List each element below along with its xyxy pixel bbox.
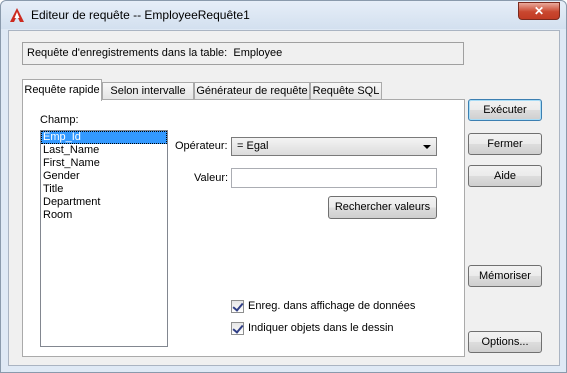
query-info-box: Requête d'enregistrements dans la table:… (22, 42, 464, 65)
autocad-app-icon (10, 8, 24, 22)
field-item-title[interactable]: Title (41, 183, 167, 196)
field-item-gender[interactable]: Gender (41, 170, 167, 183)
checkbox-checked-icon (231, 300, 244, 313)
operator-value: = Egal (237, 140, 269, 152)
query-info-label: Requête d'enregistrements dans la table: (27, 47, 228, 59)
field-item-first-name[interactable]: First_Name (41, 157, 167, 170)
field-item-room[interactable]: Room (41, 209, 167, 222)
tab-range[interactable]: Selon intervalle (102, 82, 194, 100)
field-item-last-name[interactable]: Last_Name (41, 144, 167, 157)
execute-button[interactable]: Exécuter (468, 99, 542, 121)
window-title: Editeur de requête -- EmployeeRequête1 (31, 8, 250, 22)
save-in-data-view-checkbox[interactable]: Enreg. dans affichage de données (231, 300, 421, 314)
search-values-button[interactable]: Rechercher valeurs (328, 196, 437, 219)
chevron-down-icon (423, 145, 431, 149)
tab-sql-query[interactable]: Requête SQL (310, 82, 382, 100)
close-icon: ✕ (533, 4, 545, 18)
title-bar[interactable]: Editeur de requête -- EmployeeRequête1 ✕ (1, 1, 566, 29)
checkbox-checked-icon (231, 322, 244, 335)
query-table-name: Employee (233, 47, 283, 59)
operator-label: Opérateur: (175, 140, 228, 152)
tab-query-builder[interactable]: Générateur de requête (194, 82, 310, 100)
tab-quick-query[interactable]: Requête rapide (22, 79, 102, 101)
field-item-department[interactable]: Department (41, 196, 167, 209)
field-listbox[interactable]: Emp_Id Last_Name First_Name Gender Title… (40, 130, 168, 347)
save-in-data-view-label: Enreg. dans affichage de données (248, 300, 416, 312)
field-label: Champ: (40, 114, 79, 126)
help-button[interactable]: Aide (468, 165, 542, 187)
operator-select[interactable]: = Egal (231, 137, 437, 156)
quick-query-panel: Champ: Emp_Id Last_Name First_Name Gende… (22, 99, 465, 357)
value-label: Valeur: (194, 172, 229, 184)
dialog-window: Editeur de requête -- EmployeeRequête1 ✕… (0, 0, 567, 373)
show-objects-in-drawing-checkbox[interactable]: Indiquer objets dans le dessin (231, 322, 421, 336)
memorize-button[interactable]: Mémoriser (468, 265, 542, 287)
close-button[interactable]: Fermer (468, 133, 542, 155)
options-button[interactable]: Options... (468, 331, 542, 353)
value-input[interactable] (231, 168, 437, 188)
field-item-emp-id[interactable]: Emp_Id (41, 131, 167, 144)
dialog-client-area: Requête d'enregistrements dans la table:… (8, 30, 560, 366)
window-close-button[interactable]: ✕ (518, 2, 560, 20)
show-objects-in-drawing-label: Indiquer objets dans le dessin (248, 322, 394, 334)
